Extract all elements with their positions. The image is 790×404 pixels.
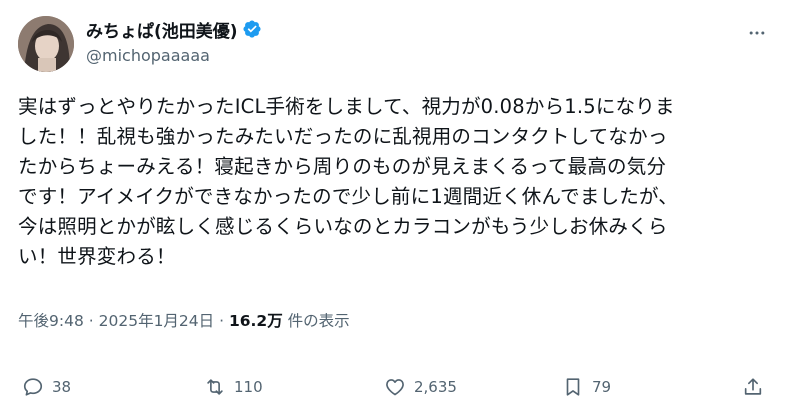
share-icon (744, 378, 762, 395)
views-count: 16.2万 (228, 312, 283, 330)
tweet-meta: 午後9:48 · 2025年1月24日 · 16.2万 件の表示 (18, 309, 350, 331)
reply-count: 38 (52, 378, 72, 396)
author-display-name[interactable]: みちょぱ(池田美優) (86, 17, 238, 42)
tweet-text-line: です！アイメイクができなかったので少し前に1週間近く休んでましたが、 (18, 185, 678, 208)
tweet-text-line: 今は照明とかが眩しく感じるくらいなのとカラコンがもう少しお休みくら (18, 215, 668, 238)
bookmark-count: 79 (592, 378, 612, 396)
meta-separator: · (88, 312, 94, 330)
reply-button[interactable]: 38 (22, 370, 71, 404)
share-button[interactable] (742, 370, 764, 404)
like-count: 2,635 (414, 378, 457, 396)
tweet-time[interactable]: 午後9:48 (18, 312, 84, 330)
views-label: 件の表示 (287, 312, 350, 330)
like-button[interactable]: 2,635 (384, 370, 457, 404)
tweet-text: 実はずっとやりたかったICL手術をしまして、視力が0.08から1.5になりま し… (18, 92, 780, 272)
repost-button[interactable]: 110 (204, 370, 263, 404)
repost-count: 110 (234, 378, 263, 396)
tweet-text-line: たからちょーみえる！寝起きから周りのものが見えまくるって最高の気分 (18, 155, 667, 178)
bookmark-button[interactable]: 79 (562, 370, 611, 404)
author-handle[interactable]: @michopaaaaa (86, 46, 210, 65)
action-bar: 38 110 2,635 79 (0, 370, 790, 404)
bookmark-icon (566, 378, 580, 396)
avatar[interactable] (18, 16, 74, 72)
repost-icon (207, 379, 223, 395)
more-horizontal-icon[interactable] (746, 22, 768, 44)
tweet-date[interactable]: 2025年1月24日 (99, 312, 215, 330)
author-name-row: みちょぱ(池田美優) (86, 17, 262, 42)
verified-badge-icon (242, 19, 262, 39)
tweet-text-line: い！世界変わる！ (18, 245, 176, 268)
reply-icon (23, 378, 43, 396)
tweet-text-line: 実はずっとやりたかったICL手術をしまして、視力が0.08から1.5になりま (18, 95, 675, 118)
meta-separator: · (219, 312, 225, 330)
tweet-text-line: した！！乱視も強かったみたいだったのに乱視用のコンタクトしてなかっ (18, 125, 668, 148)
heart-icon (386, 379, 404, 396)
